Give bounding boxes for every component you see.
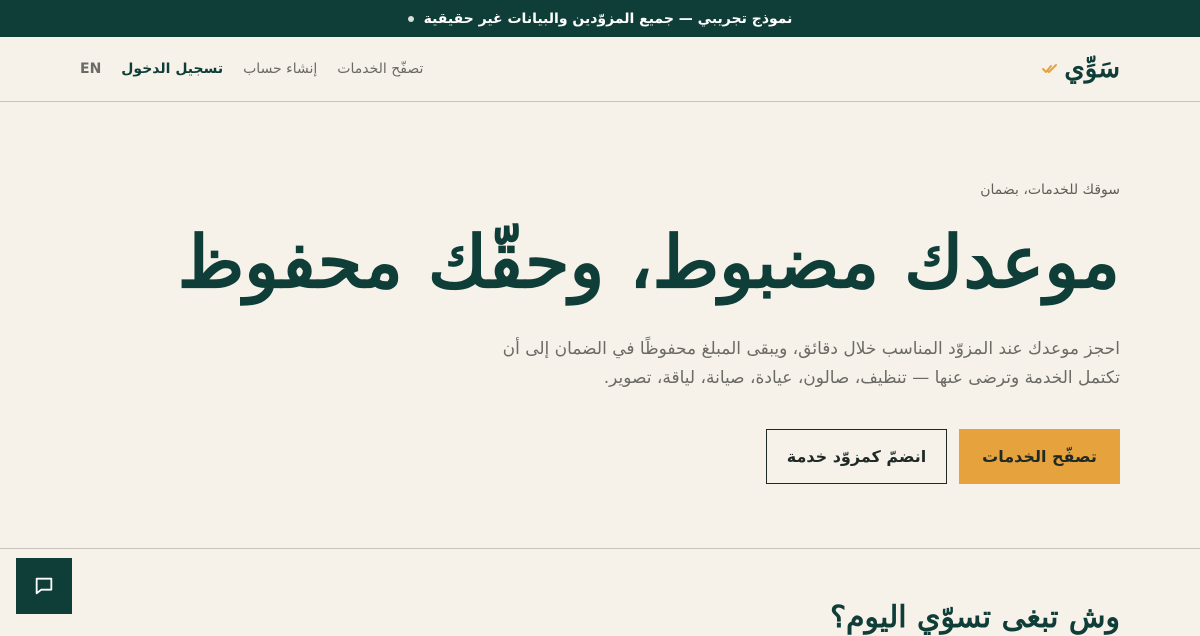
- announcement-text: نموذج تجريبي — جميع المزوّدين والبيانات …: [423, 10, 793, 27]
- brand-logo[interactable]: سَوِّي: [1042, 56, 1120, 82]
- browse-services-button[interactable]: تصفّح الخدمات: [959, 429, 1120, 484]
- language-toggle[interactable]: EN: [80, 61, 101, 77]
- nav-login[interactable]: تسجيل الدخول: [121, 61, 223, 77]
- chat-button[interactable]: [16, 558, 72, 614]
- dot-icon: [407, 15, 414, 22]
- section-title: وش تبغى تسوّي اليوم؟: [830, 600, 1120, 635]
- nav-signup[interactable]: إنشاء حساب: [243, 61, 317, 77]
- top-nav: سَوِّي تصفّح الخدمات إنشاء حساب تسجيل ال…: [0, 37, 1200, 102]
- hero-title: موعدك مضبوط، وحقّك محفوظ: [177, 219, 1120, 304]
- hero-eyebrow: سوقك للخدمات، بضمان: [980, 182, 1120, 198]
- announcement-bar: نموذج تجريبي — جميع المزوّدين والبيانات …: [0, 0, 1200, 37]
- nav-browse-services[interactable]: تصفّح الخدمات: [337, 61, 423, 77]
- chat-bubble-icon: [35, 577, 53, 595]
- nav-links: تصفّح الخدمات إنشاء حساب تسجيل الدخول EN: [80, 61, 423, 77]
- section-divider: [0, 548, 1200, 549]
- hero-description: احجز موعدك عند المزوّد المناسب خلال دقائ…: [502, 339, 1120, 388]
- brand-name: سَوِّي: [1064, 54, 1120, 84]
- double-check-icon: [1042, 64, 1058, 73]
- hero-cta-row: تصفّح الخدمات انضمّ كمزوّد خدمة: [766, 429, 1120, 484]
- join-as-provider-button[interactable]: انضمّ كمزوّد خدمة: [766, 429, 947, 484]
